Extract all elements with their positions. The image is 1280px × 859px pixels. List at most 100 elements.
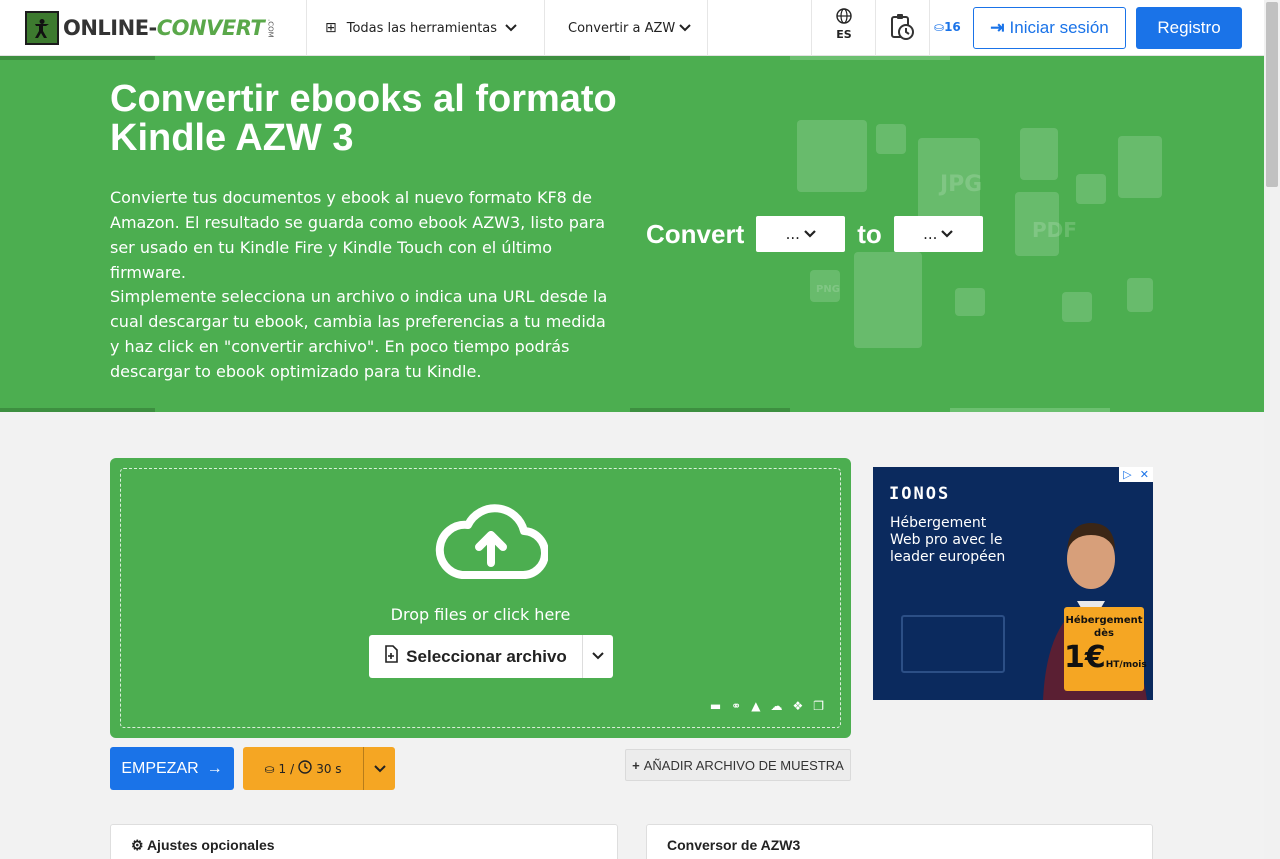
language-code: ES: [836, 28, 852, 41]
to-format-value: ...: [923, 225, 938, 243]
convert-label: Convert: [646, 218, 745, 249]
chevron-down-icon: [941, 230, 954, 238]
credits-value: 16: [944, 20, 961, 34]
to-label: to: [857, 218, 882, 249]
logo-figure-icon: [25, 11, 59, 45]
plus-icon: +: [632, 757, 640, 773]
add-sample-label: AÑADIR ARCHIVO DE MUESTRA: [643, 757, 844, 773]
sign-in-icon: ⇥: [990, 18, 1005, 37]
format-converter-row: Convert ... to ...: [646, 216, 995, 252]
credits-counter[interactable]: ⛀16: [934, 20, 961, 34]
png-file-label: PNG: [816, 284, 840, 295]
select-source-dropdown[interactable]: [583, 649, 613, 664]
from-format-select[interactable]: ...: [756, 216, 846, 252]
file-icon: [1062, 292, 1092, 322]
envelope-icon: [797, 120, 867, 192]
folder-icon[interactable]: ▬: [710, 699, 721, 713]
laptop-illustration: [901, 615, 1005, 673]
hero-instructions: Simplemente selecciona un archivo o indi…: [110, 287, 608, 381]
start-button[interactable]: EMPEZAR →: [110, 747, 234, 790]
select-file-label: Seleccionar archivo: [406, 646, 567, 666]
nav-all-tools-label: Todas las herramientas: [346, 20, 498, 36]
chevron-down-icon: [804, 230, 816, 238]
conversion-history-icon[interactable]: [889, 13, 915, 47]
hero-banner: JPG PDF PNG Convertir ebooks al formato …: [0, 56, 1264, 412]
ad-price-unit: HT/mois: [1105, 660, 1147, 670]
credit-cost-button: ⛀ 1 / 30 s: [243, 747, 395, 790]
hero-stripe: [950, 408, 1110, 412]
optional-settings-panel: ⚙ Ajustes opcionales: [110, 824, 618, 859]
drop-zone[interactable]: Drop files or click here Seleccionar arc…: [120, 468, 841, 728]
credit-count: 1: [278, 761, 287, 776]
file-icon: [955, 288, 985, 316]
google-drive-icon[interactable]: ▲: [751, 699, 760, 713]
top-navbar: ONLINE-CONVERT .COM ⊞ Todas las herramie…: [0, 0, 1264, 56]
optional-settings-label: Ajustes opcionales: [146, 837, 275, 853]
advertisement-banner[interactable]: ▷ ✕ IONOS Hébergement Web pro avec le lea…: [873, 467, 1153, 700]
cloud-upload-icon: [435, 504, 548, 579]
login-label: Iniciar sesión: [1009, 18, 1109, 37]
scrollbar-thumb[interactable]: [1266, 2, 1278, 187]
nav-divider: [929, 0, 930, 56]
font-file-icon: [1127, 278, 1153, 312]
credit-cost-info[interactable]: ⛀ 1 / 30 s: [243, 747, 364, 790]
pdf-file-label: PDF: [1032, 218, 1077, 242]
coin-icon: ⛀: [264, 761, 275, 776]
nav-convert-azw-label: Convertir a AZW: [568, 20, 676, 36]
add-file-icon: [384, 645, 398, 668]
ad-price-label: Hébergement dès: [1065, 615, 1143, 639]
optional-settings-title[interactable]: ⚙ Ajustes opcionales: [131, 837, 275, 854]
graph-file-icon: [854, 252, 922, 348]
nav-convert-azw-menu[interactable]: Convertir a AZW: [568, 0, 691, 56]
time-label: 30 s: [316, 761, 342, 776]
from-format-value: ...: [785, 225, 800, 243]
ad-choices-icon[interactable]: ▷ ✕: [1119, 467, 1153, 482]
select-file-control: Seleccionar archivo: [369, 635, 613, 678]
register-button[interactable]: Registro: [1136, 7, 1242, 49]
register-label: Registro: [1157, 18, 1221, 37]
chart-file-icon: [1118, 136, 1162, 198]
hero-description: Convierte tus documentos y ebook al nuev…: [110, 188, 606, 282]
coin-icon: ⛀: [934, 20, 945, 34]
nav-all-tools-menu[interactable]: ⊞ Todas las herramientas: [325, 0, 517, 56]
globe-icon: [829, 8, 859, 28]
file-upload-area[interactable]: Drop files or click here Seleccionar arc…: [110, 458, 851, 738]
nav-divider: [544, 0, 545, 56]
onedrive-icon[interactable]: ☁: [770, 699, 782, 713]
chevron-down-icon: [592, 652, 604, 660]
ad-price-badge: Hébergement dès 1€HT/mois: [1064, 607, 1147, 691]
ad-brand-logo: IONOS: [889, 484, 951, 504]
language-selector[interactable]: ES: [829, 8, 859, 41]
credit-options-dropdown[interactable]: [364, 762, 395, 776]
gear-icon: ⚙: [131, 837, 144, 853]
chevron-down-icon: [679, 21, 691, 35]
logo-wordmark: ONLINE-CONVERT: [63, 16, 265, 40]
logo-suffix: .COM: [266, 18, 275, 38]
jpg-file-icon: JPG: [940, 172, 983, 197]
drop-files-text: Drop files or click here: [390, 605, 571, 624]
ad-price-value: 1€HT/mois: [1064, 640, 1147, 683]
add-sample-file-button[interactable]: + AÑADIR ARCHIVO DE MUESTRA: [625, 749, 851, 781]
clock-icon: [298, 760, 312, 777]
link-icon[interactable]: ⚭: [731, 699, 741, 713]
file-icon: [876, 124, 906, 154]
page-title: Convertir ebooks al formato Kindle AZW 3: [110, 78, 617, 159]
clipboard-icon[interactable]: ❐: [813, 699, 824, 713]
file-icon: [1076, 174, 1106, 204]
chevron-down-icon: [373, 764, 386, 772]
upload-source-icons: ▬ ⚭ ▲ ☁ ❖ ❐: [710, 699, 824, 713]
hero-stripe: [470, 56, 630, 60]
to-format-select[interactable]: ...: [893, 216, 983, 252]
hero-stripe: [0, 56, 155, 60]
site-logo[interactable]: ONLINE-CONVERT .COM: [25, 11, 274, 45]
nav-divider: [707, 0, 708, 56]
dropbox-icon[interactable]: ❖: [792, 699, 803, 713]
hero-stripe: [790, 56, 950, 60]
nav-divider: [306, 0, 307, 56]
login-button[interactable]: ⇥ Iniciar sesión: [973, 7, 1126, 49]
select-file-button[interactable]: Seleccionar archivo: [369, 635, 583, 678]
ad-headline: Hébergement Web pro avec le leader europ…: [890, 515, 1006, 565]
hero-stripe: [0, 408, 155, 412]
nav-divider: [811, 0, 812, 56]
chevron-down-icon: [505, 21, 517, 35]
